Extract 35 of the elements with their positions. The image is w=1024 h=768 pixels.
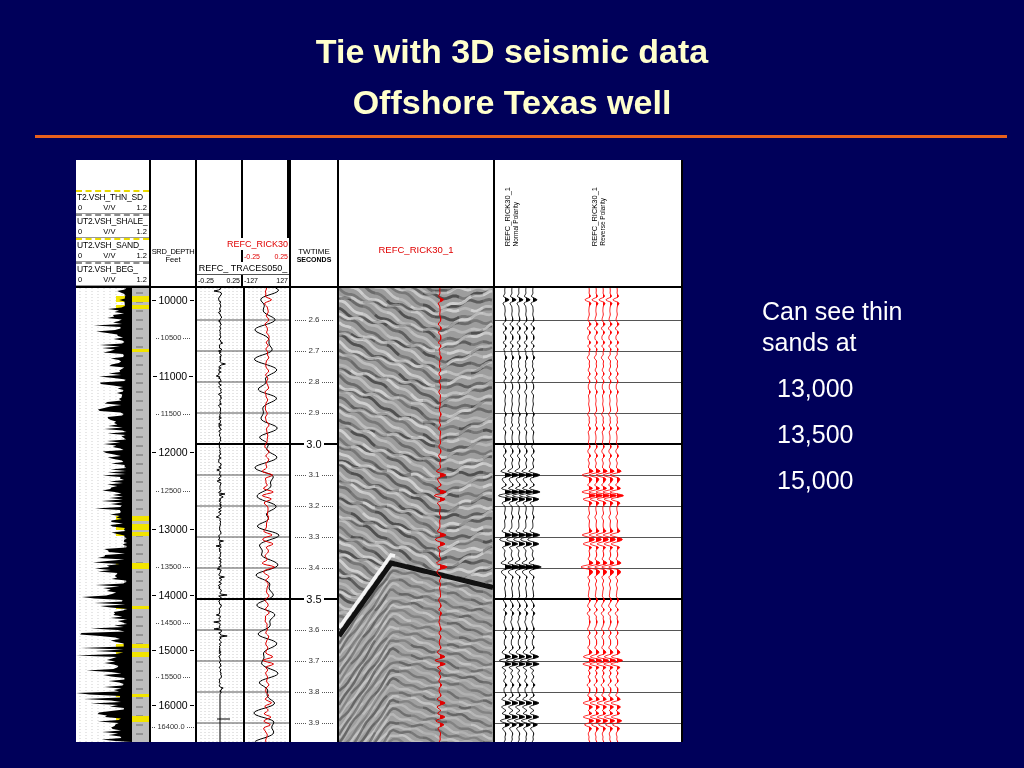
sand-depth: 13,000 <box>777 373 854 404</box>
time-label: 2.8 <box>308 376 320 388</box>
curve-name: REFC_RICK30 <box>226 239 288 249</box>
time-label: 3.6 <box>308 624 320 636</box>
time-label: 3.0 <box>306 437 322 451</box>
depth-label: 13000 <box>158 522 188 536</box>
depth-label: 10000 <box>158 293 188 307</box>
depth-label: 12000 <box>158 445 188 459</box>
curve-name: UT2.VSH_BEG_ <box>76 264 138 274</box>
curve-name: REFC_ TRACES050_ <box>198 263 288 273</box>
slide-title: Tie with 3D seismic data <box>315 31 709 72</box>
time-label: 3.2 <box>308 500 320 512</box>
time-label: 3.5 <box>306 592 322 606</box>
track-title: TWTIME <box>298 248 330 256</box>
curve-name: UT2.VSH_SAND_ <box>76 240 144 250</box>
curve-name: T2.VSH_THN_SD <box>76 192 143 202</box>
track-title: REFC_RICK30_1 <box>378 244 454 255</box>
time-label: 3.8 <box>308 686 320 698</box>
time-label: 3.7 <box>308 655 320 667</box>
sand-depth: 13,500 <box>777 419 854 450</box>
time-label: 3.3 <box>308 531 320 543</box>
time-label: 2.9 <box>308 407 320 419</box>
curve-name: UT2.VSH_SHALE_ <box>76 216 148 226</box>
depth-label: 11000 <box>158 369 188 383</box>
note-text: Can see thin sands at <box>762 296 904 358</box>
sand-depth: 15,000 <box>777 465 854 496</box>
time-label: 3.4 <box>308 562 320 574</box>
depth-label: 14000 <box>158 588 188 602</box>
depth-label: 15000 <box>158 643 188 657</box>
time-label: 2.6 <box>308 314 320 326</box>
slide-subtitle: Offshore Texas well <box>352 82 672 123</box>
time-label: 3.1 <box>308 469 320 481</box>
time-label: 2.7 <box>308 345 320 357</box>
depth-label: 16000 <box>158 698 188 712</box>
time-label: 3.9 <box>308 717 320 729</box>
